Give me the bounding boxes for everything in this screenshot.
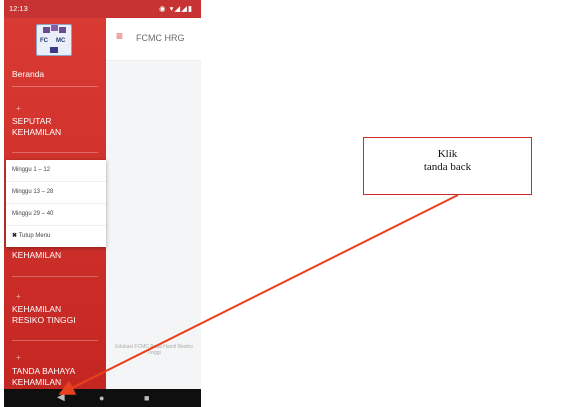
callout-line-1: Klik: [437, 148, 458, 160]
callout-line-2: tanda back: [423, 161, 472, 173]
annotation-arrow: [58, 194, 459, 395]
annotation-callout: Klik tanda back: [363, 137, 532, 195]
